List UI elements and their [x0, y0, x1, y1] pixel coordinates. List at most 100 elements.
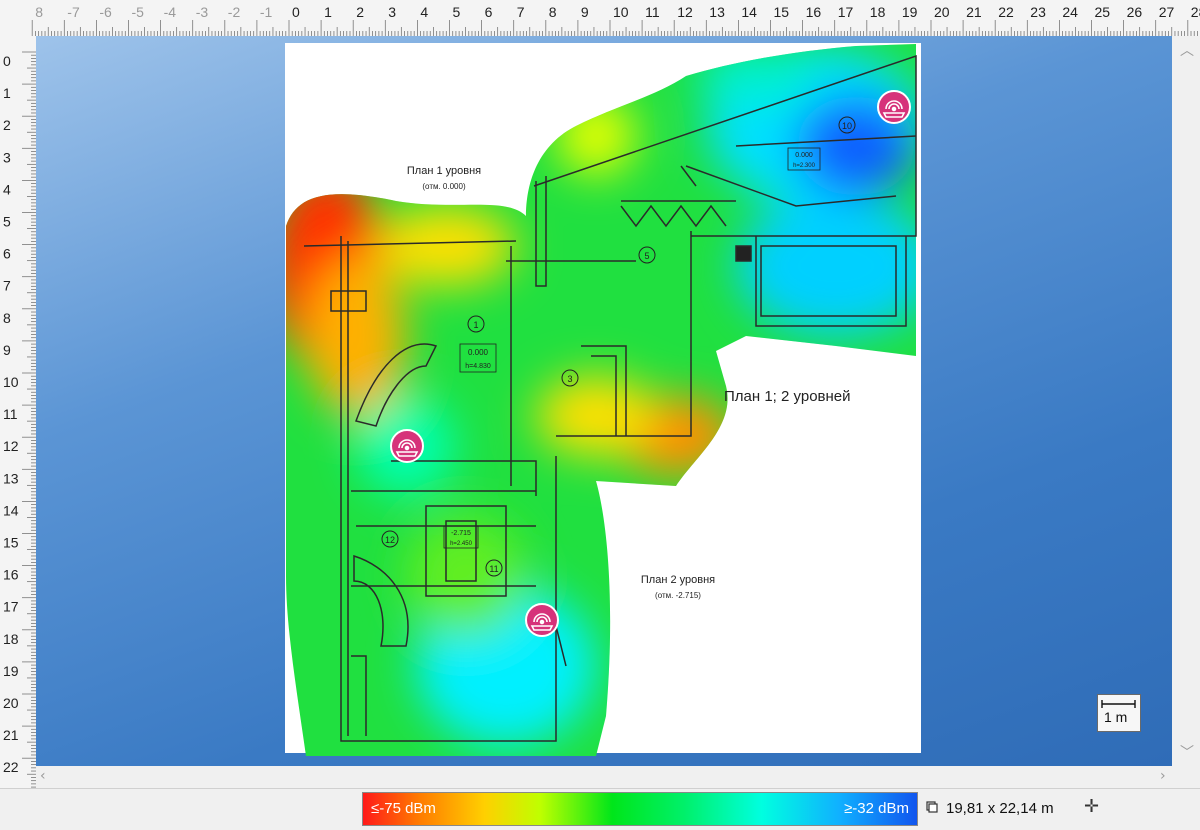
ruler-label-top: 12	[677, 4, 693, 20]
ruler-label-left: 6	[3, 246, 11, 262]
map-canvas[interactable]: План 1 уровня (отм. 0.000) План 1; 2 уро…	[36, 36, 1172, 766]
ruler-label-top: 23	[1030, 4, 1046, 20]
ruler-label-top: 19	[902, 4, 918, 20]
ruler-label-left: 7	[3, 278, 11, 294]
ruler-label-top: 28	[1191, 4, 1200, 20]
ruler-label-left: 14	[3, 502, 19, 518]
ruler-label-top: 0	[292, 4, 300, 20]
horizontal-ruler: 8 -7 -6 -5 -4 -3 -2 -1 0 1 2 3 4 5 6 7 8 9 10 11 12 13 14 15 16 1…	[0, 0, 1200, 37]
floorplan-view[interactable]: План 1 уровня (отм. 0.000) План 1; 2 уро…	[36, 36, 1172, 766]
horizontal-scrollbar[interactable]: ‹ ›	[36, 766, 1172, 788]
ruler-label-left: 11	[3, 406, 18, 422]
ruler-label-top: 6	[485, 4, 493, 20]
dimensions-readout: 19,81 x 22,14 m	[946, 800, 1054, 817]
ruler-label-top: -4	[164, 4, 177, 20]
plan-level1-elevation: (отм. 0.000)	[422, 182, 466, 191]
svg-text:0.000: 0.000	[468, 348, 489, 357]
ruler-label-top: 4	[420, 4, 428, 20]
ruler-label-top: -2	[228, 4, 241, 20]
svg-text:h=2.450: h=2.450	[450, 541, 473, 547]
ruler-label-top: -5	[132, 4, 145, 20]
horizontal-ruler-ticks: 8 -7 -6 -5 -4 -3 -2 -1 0 1 2 3 4 5 6 7 8 9 10 11 12 13 14 15 16 1…	[31, 4, 1200, 36]
ruler-label-left: 9	[3, 342, 11, 358]
svg-text:3: 3	[567, 374, 572, 384]
ruler-label-top: 20	[934, 4, 950, 20]
ruler-label-top: -3	[196, 4, 209, 20]
scale-bar-label: 1 m	[1104, 709, 1128, 725]
ruler-label-top: 26	[1127, 4, 1143, 20]
ruler-label-left: 8	[3, 310, 11, 326]
ap-bottom[interactable]	[525, 603, 559, 637]
ruler-label-left: 18	[3, 631, 19, 647]
ruler-label-top: 5	[453, 4, 461, 20]
ruler-label-top: 13	[709, 4, 725, 20]
ruler-label-top: 22	[998, 4, 1014, 20]
ruler-label-left: 0	[3, 53, 11, 69]
scale-bar: 1 m	[1097, 694, 1141, 732]
ruler-label-left: 10	[3, 374, 19, 390]
ruler-label-top: 9	[581, 4, 589, 20]
scroll-down-icon[interactable]: ﹀	[1180, 742, 1194, 762]
ruler-label-top: 27	[1159, 4, 1175, 20]
ruler-label-left: 19	[3, 663, 19, 679]
vertical-ruler: 01234567891011121314151617181920212223	[0, 36, 37, 807]
svg-text:h=2.300: h=2.300	[793, 163, 816, 169]
svg-text:1: 1	[473, 320, 478, 330]
ruler-label-top: -6	[99, 4, 112, 20]
dimensions-icon	[926, 801, 938, 813]
plan-level2-elevation: (отм. -2.715)	[655, 591, 701, 600]
svg-text:12: 12	[385, 535, 395, 545]
legend-min-label: ≤-75 dBm	[371, 800, 436, 817]
ap-top-right[interactable]	[877, 90, 911, 124]
ruler-label-top: 2	[356, 4, 364, 20]
ruler-label-top: 21	[966, 4, 982, 20]
ruler-label-top: 1	[324, 4, 332, 20]
plan-combined-title: План 1; 2 уровней	[724, 388, 851, 405]
ruler-label-left: 17	[3, 599, 19, 615]
svg-text:0.000: 0.000	[795, 152, 813, 159]
ruler-label-left: 4	[3, 181, 11, 197]
ruler-label-top: 16	[806, 4, 822, 20]
ruler-label-left: 13	[3, 470, 19, 486]
ruler-label-left: 16	[3, 567, 19, 583]
ruler-label-left: 1	[3, 85, 11, 101]
ruler-label-top: 3	[388, 4, 396, 20]
vertical-ruler-ticks: 01234567891011121314151617181920212223	[3, 51, 36, 807]
signal-legend: ≤-75 dBm ≥-32 dBm	[362, 792, 918, 826]
ruler-label-top: 17	[838, 4, 854, 20]
ruler-label-left: 5	[3, 214, 11, 230]
ruler-label-left: 3	[3, 149, 11, 165]
ruler-label-left: 20	[3, 695, 19, 711]
ruler-label-top: 8	[35, 4, 43, 20]
ruler-label-top: 14	[741, 4, 757, 20]
ruler-label-top: 8	[549, 4, 557, 20]
svg-text:5: 5	[644, 251, 649, 261]
ruler-label-top: 24	[1062, 4, 1078, 20]
ruler-label-left: 12	[3, 438, 19, 454]
ruler-label-top: -7	[67, 4, 80, 20]
ruler-label-left: 15	[3, 535, 19, 551]
svg-text:h=4.830: h=4.830	[465, 363, 491, 370]
move-icon[interactable]: ✛	[1084, 796, 1099, 817]
scroll-left-icon[interactable]: ‹	[40, 768, 46, 784]
vertical-scrollbar[interactable]: ︿ ﹀	[1172, 36, 1200, 766]
scroll-right-icon[interactable]: ›	[1160, 768, 1166, 784]
plan-level1-title: План 1 уровня	[407, 165, 481, 177]
ap-center[interactable]	[390, 429, 424, 463]
svg-text:11: 11	[489, 564, 498, 574]
ruler-label-top: 15	[774, 4, 790, 20]
ruler-label-left: 22	[3, 759, 19, 775]
ruler-label-top: -1	[260, 4, 273, 20]
ruler-label-top: 18	[870, 4, 886, 20]
ruler-label-top: 11	[645, 4, 660, 20]
svg-text:10: 10	[842, 121, 852, 131]
ruler-label-top: 25	[1095, 4, 1111, 20]
svg-text:-2.715: -2.715	[451, 530, 471, 537]
ruler-label-left: 21	[3, 727, 19, 743]
scroll-up-icon[interactable]: ︿	[1180, 40, 1194, 60]
plan-level2-title: План 2 уровня	[641, 574, 715, 586]
legend-max-label: ≥-32 dBm	[844, 800, 909, 817]
ruler-label-top: 7	[517, 4, 525, 20]
ruler-label-top: 10	[613, 4, 629, 20]
ruler-label-left: 2	[3, 117, 11, 133]
